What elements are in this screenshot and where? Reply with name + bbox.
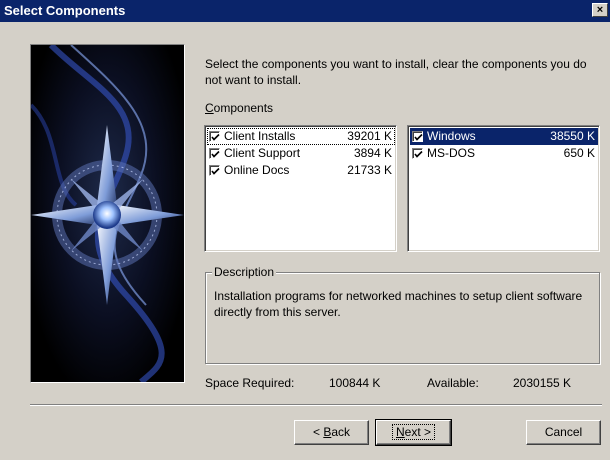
component-name: Client Support — [224, 146, 301, 160]
component-name: Online Docs — [224, 163, 290, 177]
component-size: 3894 K — [353, 146, 392, 160]
list-item[interactable]: Windows 38550 K — [410, 128, 598, 145]
components-label-rest: omponents — [213, 101, 274, 115]
list-item[interactable]: Client Support 3894 K — [207, 145, 395, 162]
component-name: Windows — [427, 129, 476, 143]
checkmark-icon — [211, 167, 220, 175]
checkbox[interactable] — [209, 165, 220, 176]
component-name: Client Installs — [224, 129, 296, 143]
components-label-mnemonic: C — [205, 101, 214, 115]
space-available-value: 2030155 K — [513, 376, 572, 390]
component-size: 21733 K — [347, 163, 392, 177]
next-button[interactable]: Next > — [375, 419, 452, 446]
checkbox[interactable] — [209, 131, 220, 142]
close-button[interactable]: × — [592, 3, 608, 17]
next-mnemonic: N — [395, 425, 405, 439]
list-item[interactable]: MS-DOS 650 K — [410, 145, 598, 162]
checkbox[interactable] — [412, 148, 423, 159]
back-button[interactable]: < Back — [294, 420, 369, 445]
back-button-label: < Back — [313, 421, 350, 443]
window-title: Select Components — [4, 3, 126, 18]
description-text: Installation programs for networked mach… — [214, 289, 583, 319]
list-item[interactable]: Client Installs 39201 K — [207, 128, 395, 145]
cancel-button[interactable]: Cancel — [526, 420, 601, 445]
next-rest: ext > — [404, 425, 432, 439]
component-name: MS-DOS — [427, 146, 475, 160]
cancel-button-label: Cancel — [544, 425, 583, 439]
compass-star-artwork — [31, 45, 184, 382]
intro-text: Select the components you want to instal… — [205, 57, 587, 87]
next-button-label: Next > — [391, 424, 436, 440]
subcomponents-listbox[interactable]: Windows 38550 K MS-DOS 650 K — [407, 125, 600, 252]
space-available-label: Available: — [427, 376, 479, 390]
checkmark-icon — [211, 133, 220, 141]
components-label: Components — [205, 101, 273, 115]
description-label: Description — [212, 265, 277, 279]
space-required-label: Space Required: — [205, 376, 295, 390]
component-size: 38550 K — [550, 129, 595, 143]
wizard-artwork — [30, 44, 185, 383]
separator — [30, 404, 602, 406]
checkmark-icon — [211, 150, 220, 158]
components-listbox[interactable]: Client Installs 39201 K Client Support 3… — [204, 125, 397, 252]
space-required-value: 100844 K — [329, 376, 381, 390]
title-bar: Select Components × — [0, 0, 610, 22]
component-size: 650 K — [563, 146, 595, 160]
checkmark-icon — [414, 150, 423, 158]
checkmark-icon — [414, 133, 423, 141]
description-groupbox: Description Installation programs for ne… — [205, 265, 600, 364]
checkbox[interactable] — [412, 131, 423, 142]
space-info: Space Required: 100844 K Available: 2030… — [205, 376, 605, 392]
back-rest: ack — [331, 425, 351, 439]
checkbox[interactable] — [209, 148, 220, 159]
list-item[interactable]: Online Docs 21733 K — [207, 162, 395, 179]
component-size: 39201 K — [347, 129, 392, 143]
back-prefix: < — [312, 425, 324, 439]
close-icon: × — [596, 4, 604, 16]
